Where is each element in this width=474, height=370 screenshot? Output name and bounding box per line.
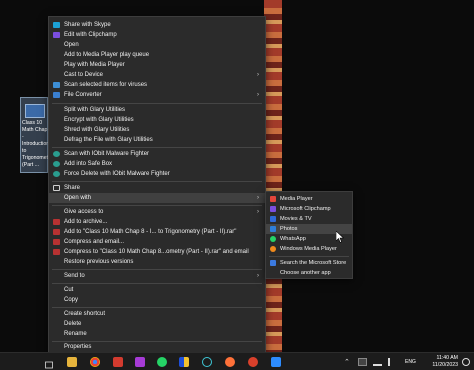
safe-box-icon: [53, 161, 60, 167]
notification-icon[interactable]: [462, 358, 470, 366]
menu-item-compress-rar-email[interactable]: Compress to "Class 10 Math Chap 8...omet…: [49, 247, 265, 257]
app-icon[interactable]: [113, 357, 123, 367]
menu-item-delete[interactable]: Delete: [49, 319, 265, 329]
video-file-icon: [25, 104, 45, 118]
menu-item-shred-glary[interactable]: Shred with Glary Utilities: [49, 125, 265, 135]
submenu-item-windows-media-player[interactable]: Windows Media Player: [266, 244, 352, 254]
chevron-up-icon[interactable]: ⌃: [344, 358, 350, 366]
menu-item-create-shortcut[interactable]: Create shortcut: [49, 309, 265, 319]
menu-item-add-archive[interactable]: Add to archive...: [49, 217, 265, 227]
menu-item-open-with[interactable]: Open with ›: [49, 193, 265, 203]
battery-icon[interactable]: [358, 358, 367, 366]
media-player-icon: [270, 196, 276, 202]
skype-icon: [53, 22, 60, 28]
clipchamp-icon: [53, 32, 60, 38]
clock-time: 11:40 AM: [436, 355, 458, 361]
submenu-item-choose-another-app[interactable]: Choose another app: [266, 268, 352, 278]
chevron-right-icon: ›: [257, 273, 259, 279]
app-icon[interactable]: [248, 357, 258, 367]
submenu-item-media-player[interactable]: Media Player: [266, 194, 352, 204]
taskbar: ⌃ ENG 11:40 AM 11/20/2023: [0, 352, 474, 370]
whatsapp-icon[interactable]: [157, 357, 167, 367]
menu-item-restore-versions[interactable]: Restore previous versions: [49, 257, 265, 267]
menu-item-share[interactable]: Share: [49, 183, 265, 193]
menu-item-defrag-glary[interactable]: Defrag the File with Glary Utilities: [49, 135, 265, 145]
menu-item-rename[interactable]: Rename: [49, 329, 265, 339]
menu-item-scan-iobit[interactable]: Scan with IObit Malware Fighter: [49, 149, 265, 159]
app-icon[interactable]: [179, 357, 189, 367]
photos-icon: [270, 226, 276, 232]
chrome-icon[interactable]: [90, 357, 100, 367]
menu-separator: [269, 256, 349, 257]
menu-item-properties[interactable]: Properties: [49, 342, 265, 352]
winrar-icon: [53, 229, 60, 235]
whatsapp-icon: [270, 236, 276, 242]
winrar-icon: [53, 219, 60, 225]
menu-item-cast-to-device[interactable]: Cast to Device ›: [49, 70, 265, 80]
movies-tv-icon: [270, 216, 276, 222]
clock-date: 11/20/2023: [432, 362, 458, 368]
submenu-item-movies-tv[interactable]: Movies & TV: [266, 214, 352, 224]
menu-item-safe-box[interactable]: Add into Safe Box: [49, 159, 265, 169]
menu-item-send-to[interactable]: Send to ›: [49, 271, 265, 281]
app-icon[interactable]: [202, 357, 212, 367]
wifi-icon[interactable]: [373, 358, 382, 366]
winrar-icon: [53, 239, 60, 245]
firefox-icon[interactable]: [225, 357, 235, 367]
menu-separator: [52, 283, 262, 284]
menu-item-cut[interactable]: Cut: [49, 285, 265, 295]
chevron-right-icon: ›: [257, 72, 259, 78]
app-icon[interactable]: [135, 357, 145, 367]
chevron-right-icon: ›: [257, 195, 259, 201]
desktop-file-icon[interactable]: Class 10 Math Chap 8 - Introduction to T…: [20, 97, 52, 173]
menu-item-force-delete[interactable]: Force Delete with IObit Malware Fighter: [49, 169, 265, 179]
defender-icon: [53, 82, 60, 88]
menu-item-file-converter[interactable]: File Converter ›: [49, 90, 265, 100]
menu-separator: [52, 103, 262, 104]
language-indicator[interactable]: ENG: [405, 353, 416, 370]
context-menu: Share with Skype Edit with Clipchamp Ope…: [48, 16, 266, 354]
menu-item-play-media-player[interactable]: Play with Media Player: [49, 60, 265, 70]
menu-item-edit-clipchamp[interactable]: Edit with Clipchamp: [49, 30, 265, 40]
submenu-item-clipchamp[interactable]: Microsoft Clipchamp: [266, 204, 352, 214]
chevron-right-icon: ›: [257, 209, 259, 215]
zoom-icon[interactable]: [271, 357, 281, 367]
menu-separator: [52, 147, 262, 148]
iobit-icon: [53, 151, 60, 157]
chevron-right-icon: ›: [257, 92, 259, 98]
menu-separator: [52, 307, 262, 308]
menu-item-scan-viruses[interactable]: Scan selected items for viruses: [49, 80, 265, 90]
menu-item-open[interactable]: Open: [49, 40, 265, 50]
windows-media-player-icon: [270, 246, 276, 252]
menu-item-give-access[interactable]: Give access to ›: [49, 207, 265, 217]
menu-item-add-to-rar[interactable]: Add to "Class 10 Math Chap 8 - I... to T…: [49, 227, 265, 237]
menu-separator: [52, 205, 262, 206]
menu-item-encrypt-glary[interactable]: Encrypt with Glary Utilities: [49, 115, 265, 125]
task-view-icon[interactable]: [44, 357, 54, 369]
microsoft-store-icon: [270, 260, 276, 266]
volume-icon[interactable]: [388, 358, 396, 366]
menu-item-add-to-queue[interactable]: Add to Media Player play queue: [49, 50, 265, 60]
share-icon: [53, 185, 60, 191]
submenu-item-search-store[interactable]: Search the Microsoft Store: [266, 258, 352, 268]
iobit-icon: [53, 171, 60, 177]
menu-separator: [52, 269, 262, 270]
menu-separator: [52, 181, 262, 182]
menu-item-share-skype[interactable]: Share with Skype: [49, 20, 265, 30]
file-converter-icon: [53, 92, 60, 98]
file-explorer-icon[interactable]: [67, 357, 77, 367]
menu-item-compress-email[interactable]: Compress and email...: [49, 237, 265, 247]
menu-item-copy[interactable]: Copy: [49, 295, 265, 305]
menu-item-split-glary[interactable]: Split with Glary Utilities: [49, 105, 265, 115]
winrar-icon: [53, 249, 60, 255]
clipchamp-icon: [270, 206, 276, 212]
desktop-wallpaper: [264, 0, 282, 352]
clock[interactable]: 11:40 AM 11/20/2023: [432, 355, 458, 369]
mouse-pointer-icon: [336, 231, 344, 243]
